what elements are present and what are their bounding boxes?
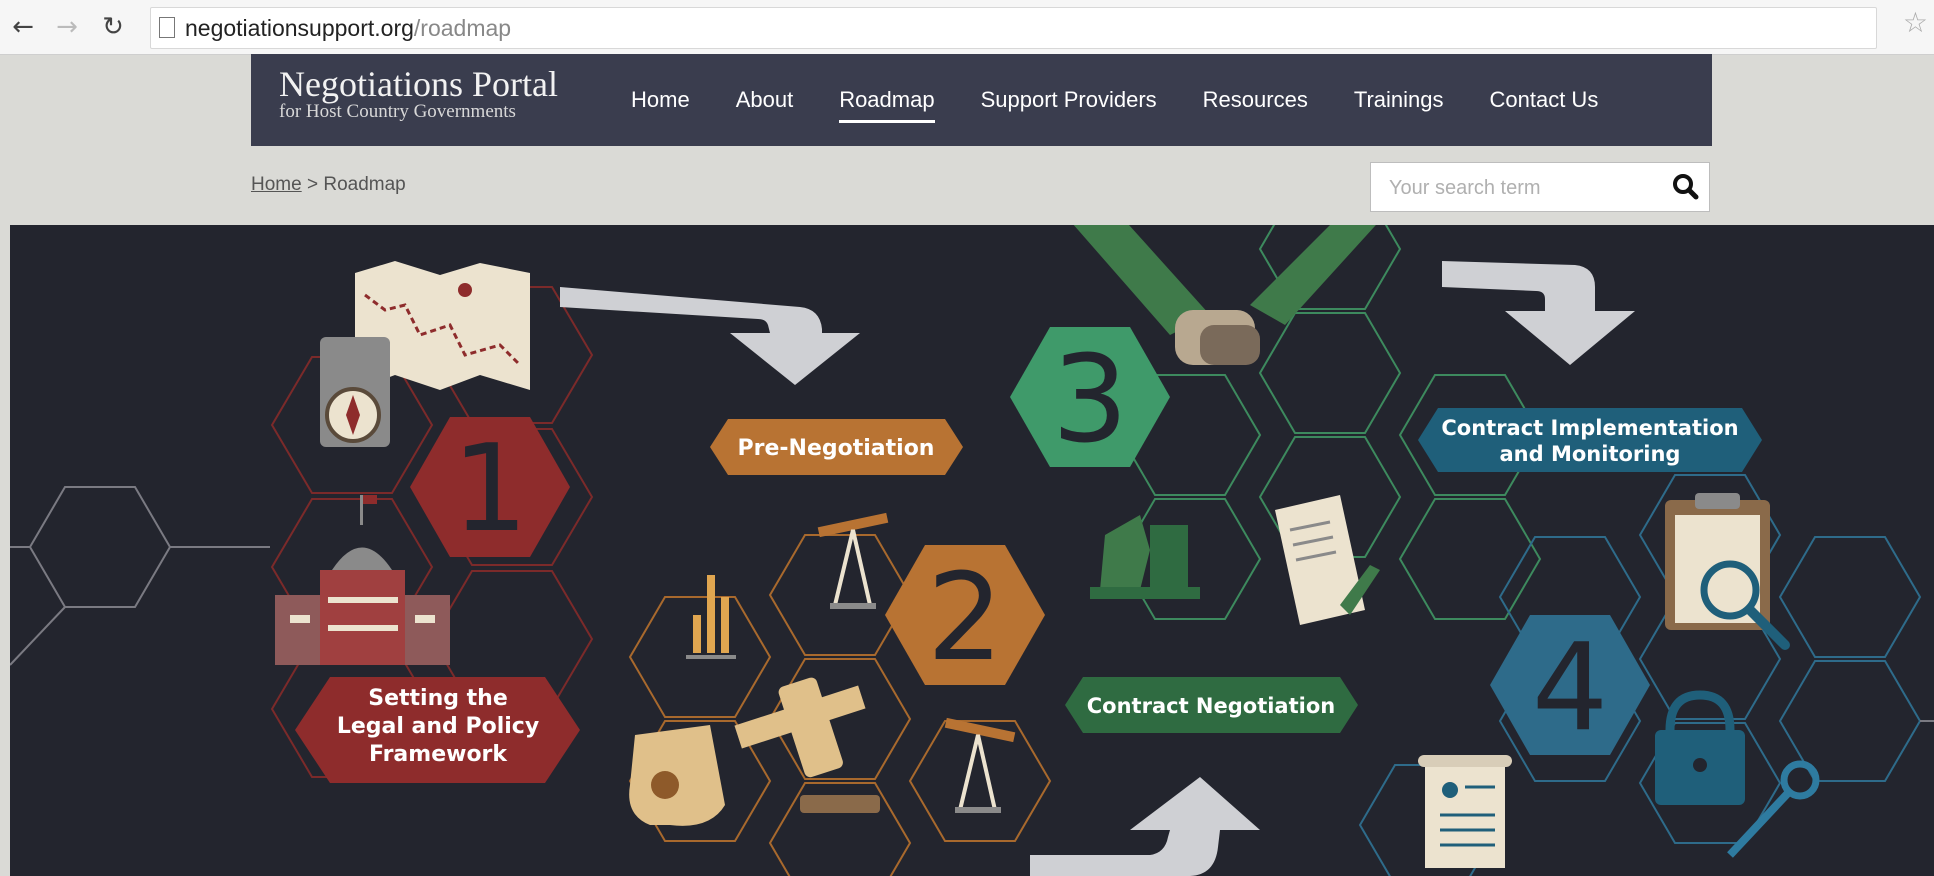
page-icon [159, 17, 175, 38]
stage-3-label-text: Contract Negotiation [1087, 694, 1335, 718]
chess-pieces-icon [1090, 515, 1200, 599]
money-icon [629, 725, 725, 826]
site-header: Negotiations Portal for Host Country Gov… [251, 54, 1712, 146]
search-button[interactable] [1669, 170, 1703, 204]
stage-4-hex[interactable]: 4 [1490, 615, 1650, 758]
roadmap-illustration: 1 2 3 4 Setting the Legal and Policy Fra… [10, 225, 1934, 876]
site-logo[interactable]: Negotiations Portal for Host Country Gov… [279, 64, 558, 122]
stage-3-hex[interactable]: 3 [1010, 327, 1170, 470]
nav-support-providers[interactable]: Support Providers [981, 77, 1157, 123]
search-input[interactable] [1371, 163, 1671, 213]
oil-pump-icon-2 [944, 717, 1016, 813]
bookmark-star-icon[interactable]: ☆ [1903, 6, 1928, 39]
url-path: /roadmap [413, 15, 512, 41]
stage-2-label[interactable]: Pre-Negotiation [710, 419, 963, 475]
url-text: negotiationsupport.org/roadmap [185, 15, 511, 42]
padlock-icon [1655, 690, 1745, 805]
contract-document-icon [1275, 495, 1380, 625]
clipboard-magnifier-icon [1665, 493, 1790, 650]
stage-1-label-line-1: Setting the [368, 686, 508, 711]
nav-contact-us[interactable]: Contact Us [1490, 77, 1599, 123]
roadmap-graphic: 1 2 3 4 Setting the Legal and Policy Fra… [10, 225, 1934, 876]
stage-4-number: 4 [1532, 619, 1608, 758]
stage-3-label[interactable]: Contract Negotiation [1065, 677, 1358, 733]
certificate-scroll-icon [1418, 755, 1512, 868]
stage-4-label-line-1: Contract Implementation [1441, 416, 1738, 440]
gavel-icon [734, 677, 880, 813]
breadcrumb-separator: > [301, 174, 324, 195]
forward-arrow-icon[interactable]: → [52, 10, 82, 44]
stage-1-label-line-2: Legal and Policy [337, 714, 539, 739]
oil-pump-icon [817, 512, 889, 609]
stage-1-hex[interactable]: 1 [410, 417, 570, 559]
nav-resources[interactable]: Resources [1203, 77, 1308, 123]
nav-about[interactable]: About [736, 77, 794, 123]
address-bar[interactable]: negotiationsupport.org/roadmap [150, 7, 1877, 49]
compass-icon [320, 337, 390, 447]
main-nav: Home About Roadmap Support Providers Res… [631, 54, 1644, 146]
nav-trainings[interactable]: Trainings [1354, 77, 1444, 123]
stage-1-label-line-3: Framework [369, 742, 508, 767]
stage-1-number: 1 [452, 420, 528, 559]
breadcrumb: Home > Roadmap [251, 174, 406, 196]
stage-4-label-line-2: and Monitoring [1500, 442, 1681, 466]
stage-2-label-text: Pre-Negotiation [738, 436, 935, 461]
logo-title: Negotiations Portal [279, 64, 558, 104]
reload-icon[interactable]: ↻ [98, 10, 128, 44]
search-box [1370, 162, 1710, 213]
bar-chart-icon [686, 575, 736, 659]
breadcrumb-home-link[interactable]: Home [251, 174, 302, 195]
url-host: negotiationsupport.org [185, 15, 414, 41]
nav-roadmap[interactable]: Roadmap [839, 77, 935, 123]
back-arrow-icon[interactable]: ← [8, 10, 38, 44]
breadcrumb-current: Roadmap [323, 174, 406, 195]
stage-4-label[interactable]: Contract Implementation and Monitoring [1418, 408, 1762, 472]
nav-home[interactable]: Home [631, 77, 690, 123]
search-icon [1673, 174, 1699, 200]
logo-subtitle: for Host Country Governments [279, 101, 516, 122]
stage-2-number: 2 [927, 549, 1003, 688]
stage-2-hex[interactable]: 2 [885, 545, 1045, 688]
stage-3-number: 3 [1052, 331, 1128, 470]
stage-1-label[interactable]: Setting the Legal and Policy Framework [295, 677, 580, 783]
browser-toolbar: ← → ↻ negotiationsupport.org/roadmap ☆ [0, 0, 1934, 55]
